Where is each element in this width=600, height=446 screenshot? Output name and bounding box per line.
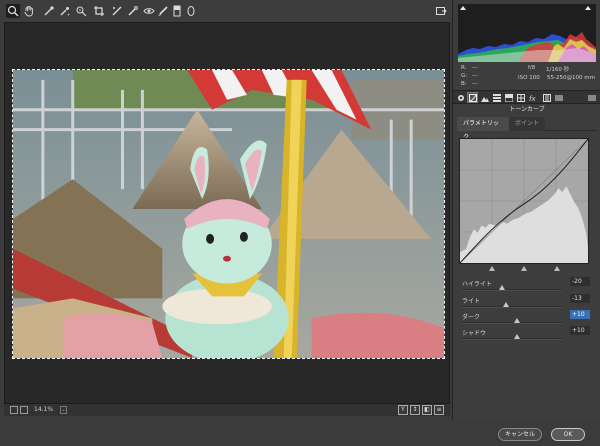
ok-button[interactable]: OK <box>551 428 585 441</box>
slider-darks-thumb[interactable] <box>514 318 520 323</box>
image-preview-area[interactable] <box>4 22 450 404</box>
zoom-level: 14.1% <box>34 406 54 413</box>
tab-point[interactable]: ポイント <box>509 117 545 131</box>
slider-highlights-value[interactable]: -20 <box>570 277 590 286</box>
zoom-dropdown[interactable]: ⌄ <box>60 406 67 414</box>
slider-shadows-track[interactable] <box>462 338 562 340</box>
iso: ISO 100 <box>518 75 540 81</box>
copy-settings-button[interactable]: ◧ <box>422 405 432 415</box>
cancel-button[interactable]: キャンセル <box>498 428 542 441</box>
slider-highlights-track[interactable] <box>462 289 562 291</box>
presets-tab-icon[interactable] <box>554 93 563 102</box>
slider-lights-track[interactable] <box>462 306 562 308</box>
before-after-y-button[interactable]: Y <box>398 405 408 415</box>
swap-settings-button[interactable]: ↕ <box>410 405 420 415</box>
lens-corrections-tab-icon[interactable] <box>516 93 525 102</box>
camera-calibration-tab-icon[interactable] <box>542 93 551 102</box>
g-value: --- <box>472 73 478 79</box>
curve-split-marker[interactable] <box>488 266 495 271</box>
slider-darks-value[interactable]: +10 <box>570 310 590 319</box>
hsl-tab-icon[interactable] <box>492 93 501 102</box>
zoom-out-icon[interactable] <box>10 406 18 414</box>
adjustment-brush-icon[interactable] <box>156 4 170 18</box>
curve-split-marker[interactable] <box>521 266 527 271</box>
slider-highlights-label: ハイライト <box>462 281 492 288</box>
aperture: f/8 <box>528 65 536 71</box>
basic-tab-icon[interactable] <box>456 93 465 102</box>
shutter-speed: 1/160 秒 <box>546 67 570 73</box>
status-bar: 14.1% ⌄ Y ↕ ◧ ≡ <box>4 404 450 416</box>
adjustment-panel: R: --- G: --- B: --- f/8 1/160 秒 ISO 100… <box>452 0 600 420</box>
hand-icon[interactable] <box>22 4 36 18</box>
slider-shadows: シャドウ +10 <box>462 326 590 348</box>
crop-icon[interactable] <box>92 4 106 18</box>
g-label: G: <box>461 73 468 79</box>
effects-tab-icon[interactable]: fx <box>528 93 537 102</box>
photo-preview[interactable] <box>12 69 445 359</box>
straighten-icon[interactable] <box>110 4 124 18</box>
panel-menu-icon[interactable] <box>587 93 596 102</box>
target-adjust-icon[interactable] <box>74 4 88 18</box>
zoom-in-icon[interactable] <box>20 406 28 414</box>
tone-curve-graph[interactable] <box>459 138 589 264</box>
slider-darks-label: ダーク <box>462 314 481 321</box>
preferences-icon[interactable] <box>434 4 448 18</box>
lens-info: 55-250@100 mm <box>547 75 595 81</box>
white-balance-icon[interactable] <box>42 4 56 18</box>
graduated-filter-icon[interactable] <box>170 4 184 18</box>
zoom-icon[interactable] <box>6 4 20 18</box>
radial-filter-icon[interactable] <box>184 4 198 18</box>
curve-mode-tabs: パラメトリック ポイント <box>457 117 597 141</box>
slider-lights-label: ライト <box>462 298 481 305</box>
section-title: トーンカーブ <box>509 106 545 113</box>
curve-split-marker[interactable] <box>553 266 560 271</box>
camera-info: R: --- G: --- B: --- f/8 1/160 秒 ISO 100… <box>458 64 596 88</box>
spot-removal-icon[interactable] <box>126 4 140 18</box>
slider-darks-track[interactable] <box>462 322 562 324</box>
tab-parametric[interactable]: パラメトリック <box>457 117 509 141</box>
slider-lights-value[interactable]: -13 <box>570 294 590 303</box>
b-label: B: <box>461 81 467 87</box>
r-label: R: <box>461 65 467 71</box>
r-value: --- <box>472 65 478 71</box>
slider-lights-thumb[interactable] <box>503 302 509 307</box>
split-toning-tab-icon[interactable] <box>504 93 513 102</box>
toggle-settings-button[interactable]: ≡ <box>434 405 444 415</box>
b-value: --- <box>472 81 478 87</box>
slider-shadows-label: シャドウ <box>462 330 487 337</box>
svg-text:+: + <box>67 12 70 17</box>
svg-text:fx: fx <box>529 95 536 102</box>
red-eye-icon[interactable] <box>142 4 156 18</box>
detail-tab-icon[interactable] <box>480 93 489 102</box>
histogram <box>458 4 596 62</box>
slider-shadows-value[interactable]: +10 <box>570 326 590 335</box>
panel-tab-strip: fx <box>453 90 600 104</box>
slider-shadows-thumb[interactable] <box>514 334 520 339</box>
tone-curve-tab-icon[interactable] <box>467 92 478 103</box>
color-sampler-icon[interactable]: + <box>58 4 72 18</box>
curve-split-points <box>459 266 589 272</box>
slider-highlights-thumb[interactable] <box>499 285 505 290</box>
